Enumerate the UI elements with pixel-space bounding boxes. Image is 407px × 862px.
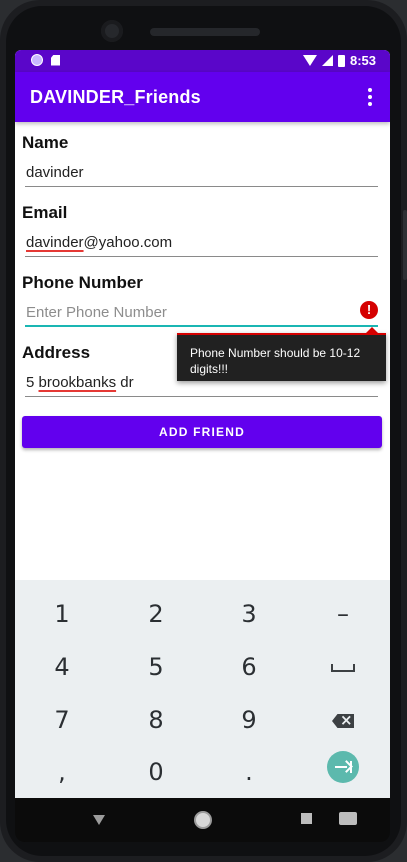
- key-dash[interactable]: –: [296, 588, 390, 640]
- tooltip-caret: [366, 327, 378, 333]
- overflow-menu-icon[interactable]: [360, 86, 380, 108]
- key-5[interactable]: 5: [109, 641, 203, 693]
- status-time: 8:53: [349, 53, 376, 68]
- error-icon[interactable]: !: [360, 301, 378, 319]
- key-period[interactable]: .: [202, 746, 296, 798]
- home-icon[interactable]: [194, 811, 212, 829]
- key-1[interactable]: 1: [15, 588, 109, 640]
- enter-icon: [327, 751, 359, 783]
- error-message: Phone Number should be 10-12 digits!!!: [190, 346, 361, 376]
- key-2[interactable]: 2: [109, 588, 203, 640]
- key-8[interactable]: 8: [109, 694, 203, 746]
- email-label: Email: [22, 203, 68, 222]
- key-4[interactable]: 4: [15, 641, 109, 693]
- phone-label: Phone Number: [22, 273, 143, 292]
- name-field[interactable]: davinder: [25, 161, 378, 187]
- email-value: davinder@yahoo.com: [26, 234, 173, 251]
- phone-placeholder: Enter Phone Number: [26, 304, 167, 321]
- front-camera: [101, 20, 123, 42]
- battery-icon: [337, 54, 345, 67]
- system-nav-bar: [15, 798, 390, 842]
- add-friend-button[interactable]: ADD FRIEND: [22, 416, 382, 448]
- key-9[interactable]: 9: [202, 694, 296, 746]
- status-bar: 8:53: [15, 50, 390, 72]
- key-3[interactable]: 3: [202, 588, 296, 640]
- backspace-icon: [332, 714, 354, 728]
- key-backspace[interactable]: [296, 694, 390, 746]
- app-screen: 8:53 DAVINDER_Friends Name davinder Emai…: [15, 50, 390, 798]
- app-bar: DAVINDER_Friends: [15, 72, 390, 122]
- back-icon[interactable]: [93, 815, 105, 825]
- recents-icon[interactable]: [301, 813, 312, 824]
- key-6[interactable]: 6: [202, 641, 296, 693]
- key-0[interactable]: 0: [109, 746, 203, 798]
- sd-card-icon: [51, 54, 60, 66]
- key-enter[interactable]: [296, 740, 390, 792]
- phone-error-tooltip: Phone Number should be 10-12 digits!!!: [177, 327, 386, 381]
- volume-button[interactable]: [403, 210, 407, 280]
- app-title: DAVINDER_Friends: [30, 87, 201, 107]
- address-label: Address: [22, 343, 91, 362]
- key-7[interactable]: 7: [15, 694, 109, 746]
- key-space[interactable]: [296, 641, 390, 693]
- name-label: Name: [22, 133, 69, 152]
- numeric-keyboard: 1 2 3 – 4 5 6 7 8 9 , 0 .: [15, 580, 390, 798]
- earpiece-speaker: [150, 28, 260, 36]
- email-field[interactable]: davinder@yahoo.com: [25, 231, 378, 257]
- keyboard-switch-icon[interactable]: [339, 812, 357, 825]
- address-value: 5 brookbanks dr: [26, 374, 134, 391]
- key-comma[interactable]: ,: [15, 746, 109, 798]
- wifi-icon: [302, 55, 317, 66]
- notification-dot-icon: [31, 54, 43, 66]
- space-icon: [331, 664, 355, 672]
- signal-icon: [321, 55, 333, 66]
- phone-field[interactable]: Enter Phone Number !: [25, 301, 378, 327]
- name-value: davinder: [26, 164, 84, 181]
